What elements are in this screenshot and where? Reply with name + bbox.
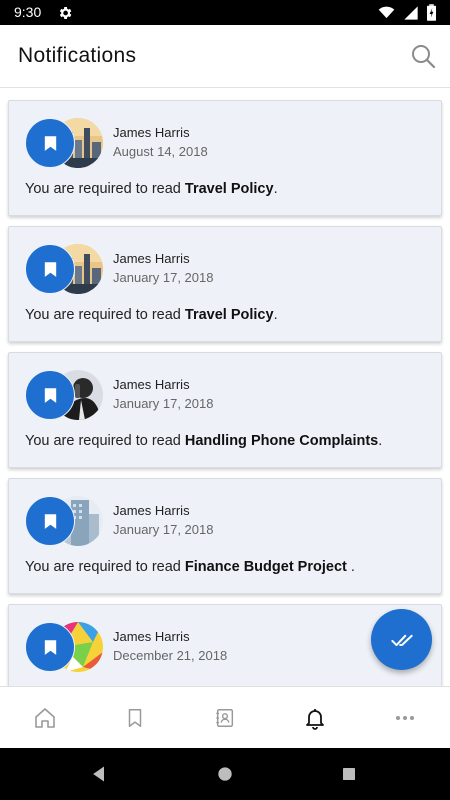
system-nav-bar (0, 748, 450, 800)
sender-name: James Harris (113, 377, 190, 392)
notification-card[interactable]: James Harris August 14, 2018 You are req… (8, 100, 442, 216)
notification-message: You are required to read Travel Policy. (25, 181, 278, 197)
notification-message: You are required to read Finance Budget … (25, 559, 355, 575)
signal-icon (403, 5, 419, 25)
notification-card[interactable]: James Harris January 17, 2018 You are re… (8, 478, 442, 594)
nav-notifications[interactable] (270, 687, 360, 749)
notification-date: August 14, 2018 (113, 144, 208, 159)
document-link[interactable]: Travel Policy (185, 307, 274, 323)
sender-name: James Harris (113, 125, 190, 140)
home-icon (35, 708, 55, 728)
wifi-icon (378, 4, 395, 25)
avatar (25, 243, 105, 295)
bookmark-badge (25, 118, 75, 168)
document-link[interactable]: Handling Phone Complaints (185, 433, 378, 449)
bookmark-badge (25, 496, 75, 546)
sender-name: James Harris (113, 503, 190, 518)
nav-contacts[interactable] (180, 687, 270, 749)
recents-icon[interactable] (337, 762, 361, 786)
document-link[interactable]: Travel Policy (185, 181, 274, 197)
notification-date: January 17, 2018 (113, 522, 214, 537)
notification-date: December 21, 2018 (113, 648, 228, 663)
nav-home[interactable] (0, 687, 90, 749)
notification-list[interactable]: James Harris August 14, 2018 You are req… (0, 88, 450, 686)
status-icons (378, 4, 436, 25)
bell-icon (306, 709, 324, 730)
avatar (25, 621, 105, 673)
double-check-icon (390, 634, 413, 646)
sender-name: James Harris (113, 251, 190, 266)
avatar (25, 369, 105, 421)
notification-message: You are required to read Handling Phone … (25, 433, 383, 449)
mark-all-read-button[interactable] (371, 609, 432, 670)
bookmark-icon (128, 709, 142, 727)
document-link[interactable]: Finance Budget Project (185, 559, 347, 575)
avatar (25, 117, 105, 169)
battery-icon (427, 4, 436, 25)
nav-bookmarks[interactable] (90, 687, 180, 749)
notification-message: You are required to read Travel Policy. (25, 307, 278, 323)
status-time: 9:30 (14, 4, 42, 20)
notification-date: January 17, 2018 (113, 270, 214, 285)
bookmark-badge (25, 370, 75, 420)
home-button-icon[interactable] (213, 762, 237, 786)
more-icon (396, 716, 414, 720)
bookmark-badge (25, 622, 75, 672)
bookmark-badge (25, 244, 75, 294)
contacts-icon (216, 709, 234, 727)
page-title: Notifications (18, 44, 137, 67)
notification-card[interactable]: James Harris January 17, 2018 You are re… (8, 352, 442, 468)
gear-icon (57, 5, 73, 21)
back-icon[interactable] (87, 762, 111, 786)
notification-date: January 17, 2018 (113, 396, 214, 411)
search-icon[interactable] (410, 43, 436, 69)
sender-name: James Harris (113, 629, 190, 644)
notification-card[interactable]: James Harris January 17, 2018 You are re… (8, 226, 442, 342)
app-bar: Notifications (0, 25, 450, 88)
avatar (25, 495, 105, 547)
nav-more[interactable] (360, 687, 450, 749)
status-bar: 9:30 (0, 0, 450, 25)
bottom-nav (0, 686, 450, 748)
